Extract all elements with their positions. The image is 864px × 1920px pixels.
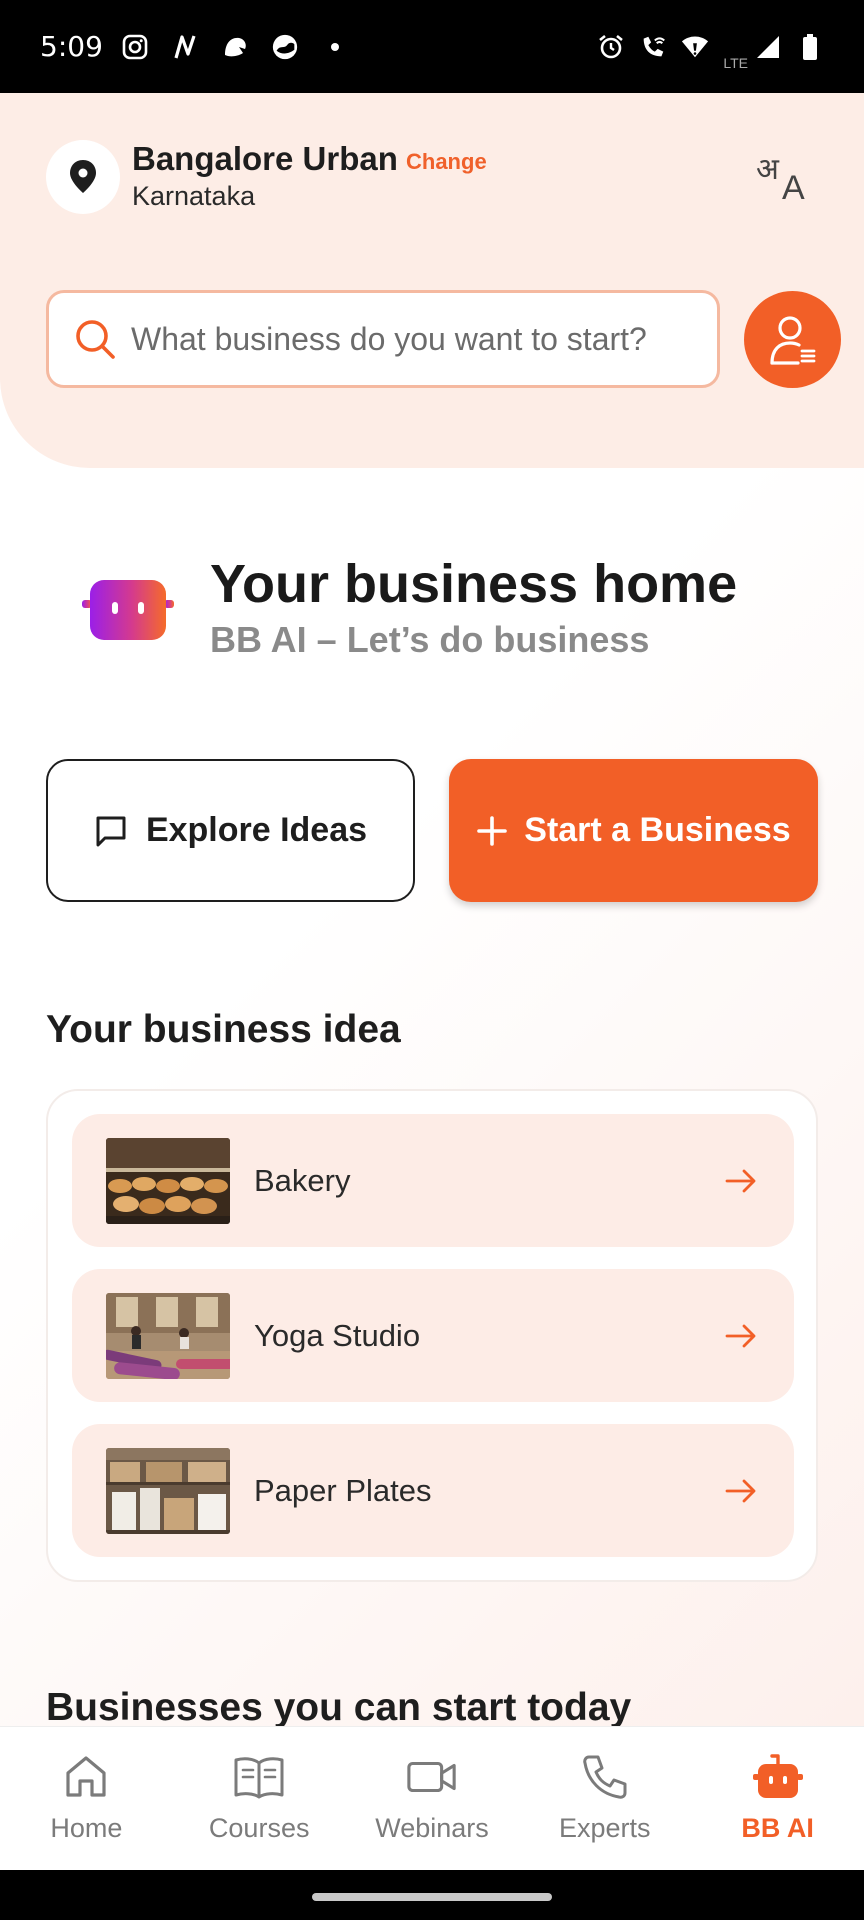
arrow-right-icon [724,1474,758,1508]
wifi-calling-icon [639,33,667,61]
home-icon [60,1751,112,1803]
idea-label: Bakery [254,1162,351,1198]
network-type-label: LTE [723,54,748,71]
start-business-button[interactable]: Start a Business [449,759,818,902]
map-pin-icon [70,160,96,193]
plus-icon [477,815,508,846]
explore-ideas-label: Explore Ideas [145,811,368,849]
phone-icon [579,1751,631,1803]
bakery-photo [106,1137,230,1224]
nav-label: Home [50,1813,123,1843]
nav-item-webinars[interactable]: Webinars [346,1727,519,1870]
business-idea-section-title: Your business idea [46,1008,401,1051]
idea-item-yoga-studio[interactable]: Yoga Studio [72,1269,794,1402]
language-toggle-button[interactable]: अ A [752,146,818,208]
bb-ai-logo [50,526,205,681]
status-time: 5:09 [40,30,103,63]
idea-label: Yoga Studio [254,1317,421,1353]
start-business-label: Start a Business [524,811,791,849]
svg-text:अ: अ [756,152,780,187]
status-left-icons [121,33,349,61]
location-pin-button[interactable] [46,140,120,214]
notification-app-icon [221,33,249,61]
svg-text:A: A [782,169,805,205]
location-city: Bangalore Urban [132,140,398,177]
search-icon [76,320,115,359]
instagram-icon [121,33,149,61]
user-profile-icon [769,315,815,365]
nav-label: BB AI [741,1813,814,1843]
nav-label: Webinars [375,1813,489,1843]
idea-label: Paper Plates [254,1472,432,1508]
arrow-right-icon [724,1164,758,1198]
paper-plates-photo [106,1447,230,1534]
chat-bubble-icon [96,816,126,846]
nav-label: Courses [208,1813,310,1843]
yoga-studio-photo [106,1292,230,1379]
chat-app-icon [271,33,299,61]
idea-item-paper-plates[interactable]: Paper Plates [72,1424,794,1557]
profile-button[interactable] [744,291,841,388]
n-app-icon [171,33,199,61]
battery-icon [796,33,824,61]
search-bar[interactable] [46,290,720,388]
nav-item-bb-ai[interactable]: BB AI [691,1727,864,1870]
location-state: Karnataka [132,181,256,211]
business-ideas-card: Bakery Yoga Studio Paper Plates [46,1089,818,1582]
hero-subtitle: BB AI – Let’s do business [210,619,650,660]
idea-item-bakery[interactable]: Bakery [72,1114,794,1247]
book-icon [233,1751,285,1803]
change-location-link[interactable]: Change [406,149,487,175]
video-icon [406,1751,458,1803]
translate-icon: अ A [756,152,805,205]
signal-icon [754,33,782,61]
robot-logo-icon [81,564,174,640]
businesses-today-section-title: Businesses you can start today [46,1686,632,1729]
dot-icon [321,33,349,61]
robot-icon [752,1751,804,1803]
nav-label: Experts [559,1813,651,1843]
alarm-icon [597,33,625,61]
home-gesture-handle[interactable] [312,1893,552,1901]
bottom-navigation: Home Courses Webinars Experts BB AI [0,1726,864,1870]
nav-item-experts[interactable]: Experts [518,1727,691,1870]
wifi-icon [681,33,709,61]
hero-title: Your business home [210,554,738,614]
search-input[interactable] [131,320,691,358]
status-bar: 5:09 LTE [0,0,864,93]
explore-ideas-button[interactable]: Explore Ideas [46,759,415,902]
nav-item-courses[interactable]: Courses [173,1727,346,1870]
nav-item-home[interactable]: Home [0,1727,173,1870]
status-right-icons: LTE [597,23,824,71]
arrow-right-icon [724,1319,758,1353]
